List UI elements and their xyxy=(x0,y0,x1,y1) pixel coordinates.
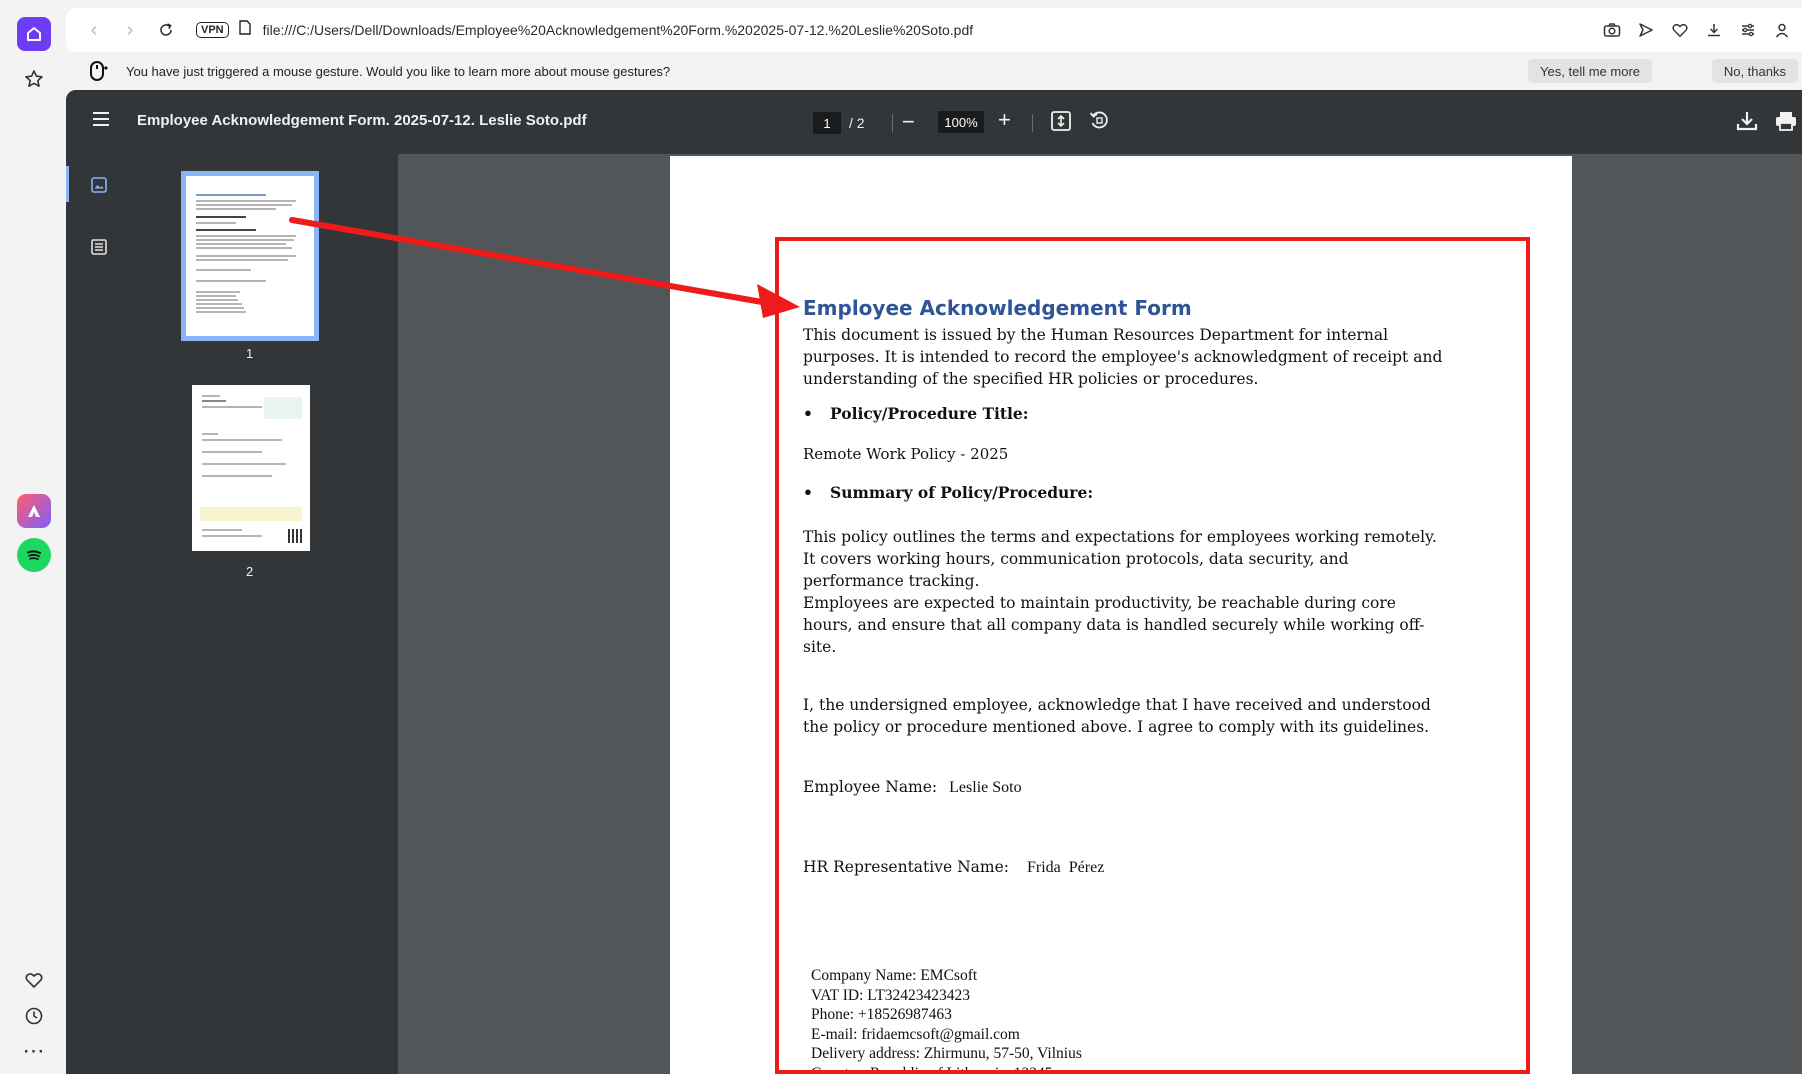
yes-tell-me-more-button[interactable]: Yes, tell me more xyxy=(1528,59,1652,83)
document-title: Employee Acknowledgement Form. 2025-07-1… xyxy=(137,112,587,129)
spotify-icon[interactable] xyxy=(17,538,51,572)
browser-sidebar: ⋯ xyxy=(0,0,66,1074)
no-thanks-button[interactable]: No, thanks xyxy=(1711,59,1798,83)
zoom-in-button[interactable]: + xyxy=(998,107,1011,133)
screen: ⋯ ‹ › VPN file:///C:/Users/Dell/Download… xyxy=(0,0,1802,1074)
thumbnail-label-2: 2 xyxy=(246,564,254,579)
page-selector: 1 / 2 xyxy=(813,112,865,134)
reload-icon[interactable] xyxy=(148,12,184,48)
back-icon[interactable]: ‹ xyxy=(76,12,112,48)
fit-to-page-icon[interactable] xyxy=(1050,110,1072,137)
history-clock-icon[interactable] xyxy=(17,999,51,1033)
thumbnails-view-icon[interactable] xyxy=(90,176,108,199)
heart-icon[interactable] xyxy=(17,963,51,997)
send-flow-icon[interactable] xyxy=(1632,14,1660,46)
home-icon[interactable] xyxy=(17,17,51,51)
page-total: / 2 xyxy=(849,115,865,131)
mouse-gesture-notification: You have just triggered a mouse gesture.… xyxy=(66,52,1802,90)
pinboard-heart-icon[interactable] xyxy=(1666,14,1694,46)
profile-icon[interactable] xyxy=(1768,14,1796,46)
notification-text: You have just triggered a mouse gesture.… xyxy=(126,63,671,79)
easy-setup-icon[interactable] xyxy=(1734,14,1762,46)
page-thumbnail-2[interactable] xyxy=(192,385,310,551)
vpn-badge[interactable]: VPN xyxy=(196,22,229,38)
menu-icon[interactable] xyxy=(91,111,111,132)
url-field[interactable]: file:///C:/Users/Dell/Downloads/Employee… xyxy=(263,22,974,38)
address-bar-actions xyxy=(1598,14,1796,46)
page-thumbnail-1[interactable] xyxy=(181,171,319,341)
camera-icon[interactable] xyxy=(1598,14,1626,46)
forward-icon[interactable]: › xyxy=(112,12,148,48)
red-highlight-box xyxy=(775,237,1530,1074)
thumbnail-sidebar: 1 2 xyxy=(66,154,398,1074)
toolbar-divider xyxy=(1032,114,1033,132)
toolbar-divider xyxy=(892,114,893,132)
aria-ai-icon[interactable] xyxy=(17,494,51,528)
mouse-gesture-icon xyxy=(84,58,110,84)
zoom-out-button[interactable]: − xyxy=(902,109,915,135)
zoom-level-input[interactable]: 100% xyxy=(938,111,984,133)
download-icon[interactable] xyxy=(1700,14,1728,46)
bookmarks-star-icon[interactable] xyxy=(17,62,51,96)
rotate-icon[interactable] xyxy=(1088,109,1110,136)
active-tab-indicator xyxy=(66,166,69,202)
download-pdf-icon[interactable] xyxy=(1735,109,1759,138)
pdf-toolbar: Employee Acknowledgement Form. 2025-07-1… xyxy=(66,90,1802,154)
print-icon[interactable] xyxy=(1774,109,1798,138)
more-dots-icon[interactable]: ⋯ xyxy=(17,1034,51,1068)
outline-view-icon[interactable] xyxy=(90,238,108,261)
page-number-input[interactable]: 1 xyxy=(813,112,841,134)
address-bar: ‹ › VPN file:///C:/Users/Dell/Downloads/… xyxy=(66,8,1802,52)
thumbnail-label-1: 1 xyxy=(246,346,254,361)
file-page-icon xyxy=(238,20,251,40)
